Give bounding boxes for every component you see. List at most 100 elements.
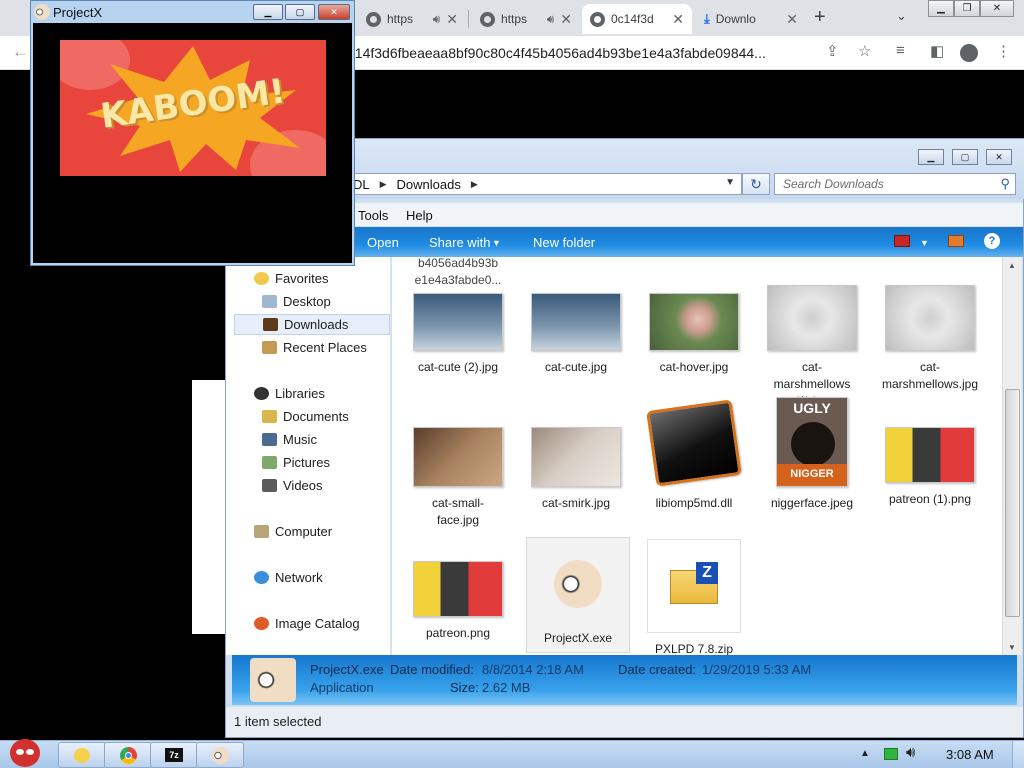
volume-icon[interactable]: 🔊︎ <box>906 744 915 761</box>
nav-network[interactable]: Network <box>254 570 323 585</box>
tab-2[interactable]: https 🔊︎ ✕ <box>472 4 580 34</box>
nav-videos[interactable]: Videos <box>262 478 323 493</box>
minimize-icon[interactable]: ▁ <box>918 149 944 165</box>
zip-badge-icon: Z <box>696 562 718 584</box>
chevron-down-icon[interactable]: ▼ <box>725 177 735 188</box>
help-icon[interactable]: ? <box>984 233 1000 249</box>
nav-label: Documents <box>283 409 349 424</box>
file-cat-cute[interactable]: cat-cute.jpg <box>524 293 628 376</box>
network-status-icon[interactable] <box>884 748 898 760</box>
nav-label: Videos <box>283 478 323 493</box>
share-icon[interactable]: ⇪ <box>826 42 839 60</box>
file-patreon[interactable]: patreon.png <box>406 561 510 642</box>
close-icon[interactable]: ✕ <box>672 11 684 28</box>
breadcrumb-part[interactable]: DL <box>353 177 370 192</box>
speaker-icon[interactable]: 🔊︎ <box>433 12 441 27</box>
speaker-icon[interactable]: 🔊︎ <box>547 12 555 27</box>
close-icon[interactable]: ✕ <box>786 11 798 28</box>
file-cat-smirk[interactable]: cat-smirk.jpg <box>524 427 628 512</box>
chevron-down-icon[interactable]: ⌄ <box>896 8 907 24</box>
back-arrow-icon[interactable]: ← <box>12 42 29 62</box>
kaboom-banner: KABOOM! <box>60 40 326 176</box>
preview-pane-icon[interactable] <box>948 235 964 247</box>
file-name: cat-cute.jpg <box>544 360 608 374</box>
maximize-icon[interactable]: ▢ <box>952 149 978 165</box>
close-icon[interactable]: ✕ <box>980 0 1014 17</box>
scroll-up-icon[interactable]: ▲ <box>1008 261 1016 270</box>
scrollbar-thumb[interactable] <box>1005 389 1020 617</box>
refresh-icon: ↻ <box>750 176 762 192</box>
menu-icon[interactable]: ⋮ <box>996 42 1011 60</box>
nav-desktop[interactable]: Desktop <box>262 294 331 309</box>
chevron-down-icon[interactable]: ▼ <box>492 238 501 248</box>
show-desktop-button[interactable] <box>1012 741 1024 768</box>
file-pxlpd-zip[interactable]: Z PXLPD 7.8.zip <box>642 539 746 658</box>
nav-libraries[interactable]: Libraries <box>254 386 325 401</box>
nav-pictures[interactable]: Pictures <box>262 455 330 470</box>
file-cat-marshmellows[interactable]: cat-marshmellows.jpg <box>878 285 982 393</box>
start-button[interactable] <box>4 731 46 768</box>
address-bar[interactable]: 0c14f3d6fbeaeaa8bf90c80c4f45b4056ad4b93b… <box>340 41 840 65</box>
file-cat-hover[interactable]: cat-hover.jpg <box>642 293 746 376</box>
breadcrumb-part[interactable]: Downloads <box>397 177 461 192</box>
breadcrumb[interactable]: DL ▶ Downloads ▶ ▼ <box>344 173 742 195</box>
file-niggerface-jpeg[interactable]: UGLY NIGGER niggerface.jpeg <box>760 397 864 512</box>
minimize-icon[interactable]: ▁ <box>928 0 954 17</box>
nav-recent-places[interactable]: Recent Places <box>262 340 367 355</box>
new-folder-button[interactable]: New folder <box>533 235 595 250</box>
nav-downloads[interactable]: Downloads <box>234 314 390 335</box>
nav-computer[interactable]: Computer <box>254 524 332 539</box>
chevron-down-icon[interactable]: ▼ <box>920 238 929 248</box>
taskbar-projectx[interactable] <box>196 742 244 768</box>
nav-music[interactable]: Music <box>262 432 317 447</box>
tab-4[interactable]: ⤓ Downlo ✕ <box>696 4 806 34</box>
close-icon[interactable]: ✕ <box>446 11 458 28</box>
desktop-icon <box>262 295 277 308</box>
vertical-scrollbar[interactable]: ▲ ▼ <box>1002 257 1022 655</box>
file-cat-marshmellows-1[interactable]: cat-marshmellows (1).jpg <box>760 285 864 410</box>
side-panel-icon[interactable]: ◧ <box>930 42 944 60</box>
scroll-down-icon[interactable]: ▼ <box>1008 643 1016 652</box>
menu-tools[interactable]: Tools <box>358 208 388 223</box>
search-icon[interactable]: ⚲ <box>1000 176 1010 192</box>
nav-image-catalog[interactable]: Image Catalog <box>254 616 360 631</box>
clock[interactable]: 3:08 AM <box>946 747 994 762</box>
nav-favorites[interactable]: Favorites <box>254 271 328 286</box>
close-icon[interactable]: ✕ <box>986 149 1012 165</box>
search-input[interactable]: Search Downloads ⚲ <box>774 173 1016 195</box>
star-icon[interactable]: ☆ <box>858 42 871 60</box>
file-cat-cute-2[interactable]: cat-cute (2).jpg <box>406 293 510 376</box>
chevron-right-icon[interactable]: ▶ <box>380 179 387 190</box>
refresh-button[interactable]: ↻ <box>742 173 770 195</box>
list-item[interactable]: b4056ad4b93b e1e4a3fabde0... <box>406 255 510 289</box>
star-icon <box>254 272 269 285</box>
projectx-canvas[interactable]: KABOOM! <box>33 23 352 263</box>
share-with-button[interactable]: Share with <box>429 235 490 250</box>
change-view-icon[interactable] <box>894 235 910 247</box>
file-libiomp5md-dll[interactable]: libiomp5md.dll <box>642 399 746 512</box>
taskbar-chrome[interactable] <box>104 742 152 768</box>
show-hidden-icons-icon[interactable]: ▲ <box>860 748 870 759</box>
maximize-icon[interactable]: ❐ <box>954 0 980 17</box>
new-tab-icon[interactable]: + <box>814 6 826 29</box>
file-projectx-exe-selected[interactable]: ProjectX.exe <box>526 537 630 653</box>
maximize-icon[interactable]: ▢ <box>285 4 315 20</box>
details-size-value: 2.62 MB <box>482 680 531 695</box>
nav-documents[interactable]: Documents <box>262 409 349 424</box>
file-cat-small-face[interactable]: cat-small-face.jpg <box>406 427 510 529</box>
tab-1[interactable]: https 🔊︎ ✕ <box>358 4 466 34</box>
open-button[interactable]: Open <box>367 235 399 250</box>
menu-help[interactable]: Help <box>406 208 433 223</box>
taskbar-explorer[interactable] <box>58 742 106 768</box>
tab-3-active[interactable]: 0c14f3d ✕ <box>582 4 692 34</box>
close-icon[interactable]: ✕ <box>318 4 350 20</box>
chevron-right-icon[interactable]: ▶ <box>471 179 478 190</box>
taskbar-7zip[interactable]: 7z <box>150 742 198 768</box>
file-patreon-1[interactable]: patreon (1).png <box>878 427 982 508</box>
zip-file-icon: Z <box>647 539 741 633</box>
image-thumbnail <box>885 427 975 483</box>
media-controls-icon[interactable]: ≡ <box>896 42 905 59</box>
minimize-icon[interactable]: ▁ <box>253 4 283 20</box>
profile-icon[interactable] <box>960 44 978 62</box>
close-icon[interactable]: ✕ <box>560 11 572 28</box>
